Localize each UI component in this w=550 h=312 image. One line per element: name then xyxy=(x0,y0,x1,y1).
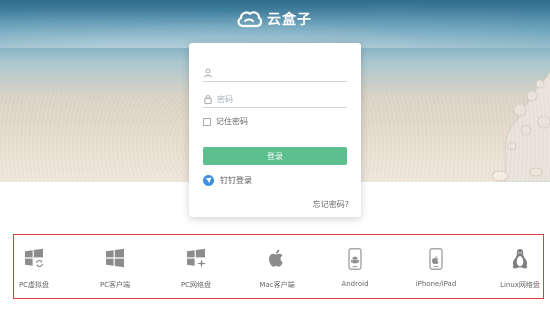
forgot-password-link[interactable]: 忘记密码? xyxy=(313,199,349,210)
download-iphone-ipad[interactable]: iPhone/iPad xyxy=(401,235,471,298)
password-input[interactable] xyxy=(217,94,337,104)
windows-network-icon xyxy=(187,248,206,268)
download-mac-client[interactable]: Mac客户端 xyxy=(242,235,312,298)
download-pc-virtual-disk[interactable]: PC虚拟盘 xyxy=(0,235,69,298)
download-label: PC虚拟盘 xyxy=(18,281,50,289)
download-pc-client[interactable]: PC客户端 xyxy=(80,235,150,298)
coral-decoration xyxy=(491,70,550,182)
brand-name: 云盒子 xyxy=(267,12,312,28)
download-label: PC客户端 xyxy=(99,281,131,289)
username-input[interactable] xyxy=(217,68,337,78)
windows-icon xyxy=(106,248,124,268)
iphone-icon xyxy=(429,248,443,270)
remember-checkbox[interactable] xyxy=(203,117,211,126)
login-button[interactable]: 登录 xyxy=(203,147,347,165)
login-card: 记住密码 登录 钉钉登录 忘记密码? xyxy=(189,43,361,217)
dingtalk-label: 钉钉登录 xyxy=(220,176,252,185)
cloud-logo-icon xyxy=(237,11,262,28)
remember-password[interactable]: 记住密码 xyxy=(203,116,248,127)
windows-sync-icon xyxy=(25,248,44,268)
linux-penguin-icon xyxy=(512,249,528,269)
download-label: PC网络盘 xyxy=(180,281,212,289)
download-linux-network-disk[interactable]: Linux网络盘 xyxy=(485,235,550,298)
android-phone-icon xyxy=(348,248,362,270)
username-field xyxy=(203,65,347,82)
download-android[interactable]: Android xyxy=(320,235,390,298)
dingtalk-login[interactable]: 钉钉登录 xyxy=(203,175,252,186)
apple-icon xyxy=(268,249,283,267)
user-icon xyxy=(204,68,212,78)
lock-icon xyxy=(204,95,212,104)
download-label: Android xyxy=(341,280,369,288)
download-label: Linux网络盘 xyxy=(500,281,540,289)
download-pc-network-disk[interactable]: PC网络盘 xyxy=(161,235,231,298)
download-label: iPhone/iPad xyxy=(415,280,457,288)
password-field xyxy=(203,91,347,108)
brand-logo: 云盒子 xyxy=(236,7,312,31)
remember-label: 记住密码 xyxy=(216,117,248,126)
download-label: Mac客户端 xyxy=(259,281,295,289)
download-clients-panel: PC虚拟盘 PC客户端 PC网络盘 Mac客户端 Android iPhone/… xyxy=(13,234,544,299)
dingtalk-icon xyxy=(203,175,214,186)
